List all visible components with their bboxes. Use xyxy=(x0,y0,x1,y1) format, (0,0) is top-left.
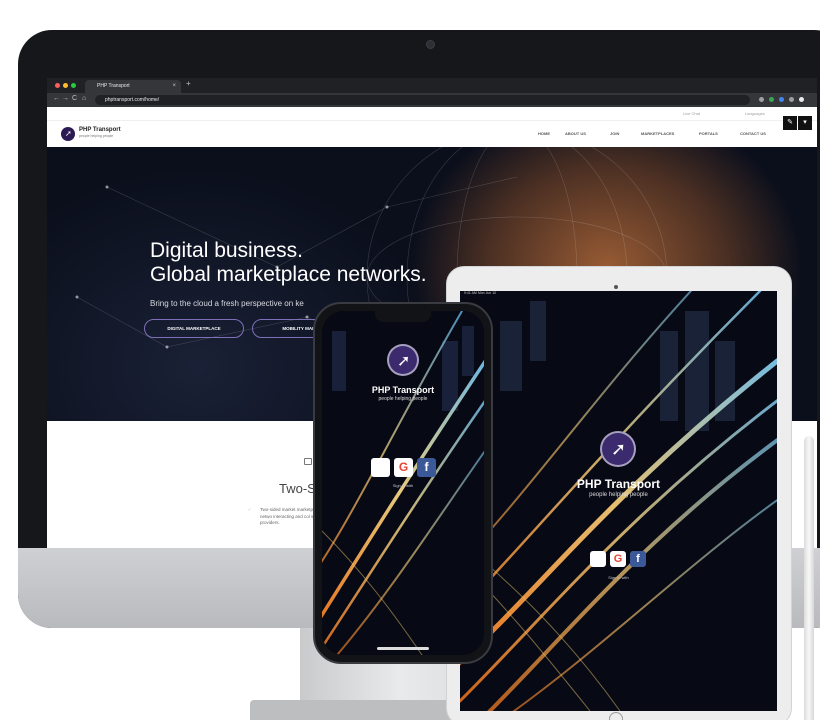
extension-icon[interactable] xyxy=(789,97,794,102)
phone-notch xyxy=(375,311,431,322)
app-logo-icon: ➚ xyxy=(387,344,419,376)
camera-icon xyxy=(614,285,618,289)
tab-close-icon[interactable]: × xyxy=(172,80,176,93)
edit-icon[interactable]: ✎ xyxy=(783,116,797,130)
back-icon[interactable]: ← xyxy=(53,95,60,102)
app-tagline: people helping people xyxy=(378,396,428,402)
chevron-down-icon[interactable]: ▾ xyxy=(798,116,812,130)
menu-item-about[interactable]: ABOUT US xyxy=(565,131,586,136)
app-name: PHP Transport xyxy=(576,477,661,491)
stylus-pencil xyxy=(804,436,814,720)
hero-title-line: Digital business. xyxy=(150,239,303,262)
digital-marketplace-button[interactable]: DIGITAL MARKETPLACE xyxy=(144,319,244,338)
reload-icon[interactable]: C xyxy=(72,95,77,102)
home-indicator[interactable] xyxy=(377,647,429,650)
home-button[interactable] xyxy=(609,712,623,720)
menu-item-home[interactable]: HOME xyxy=(538,131,550,136)
menu-item-marketplaces[interactable]: MARKETPLACES xyxy=(641,131,674,136)
camera-icon xyxy=(426,40,435,49)
browser-tab-bar: PHP Transport × + xyxy=(47,78,817,93)
hero-subtitle: Bring to the cloud a fresh perspective o… xyxy=(150,299,304,308)
site-header: ➚ PHP Transport people helping people HO… xyxy=(47,121,817,147)
forward-icon[interactable]: → xyxy=(62,95,69,102)
logo-name[interactable]: PHP Transport xyxy=(79,127,121,133)
home-icon[interactable]: ⌂ xyxy=(82,95,86,102)
google-login-button[interactable]: G xyxy=(610,551,626,567)
apple-login-button[interactable] xyxy=(590,551,606,567)
browser-tab[interactable]: PHP Transport × xyxy=(85,80,181,93)
new-tab-button[interactable]: + xyxy=(186,79,191,88)
sign-in-link[interactable]: Sign in with xyxy=(322,483,484,488)
profile-icon[interactable] xyxy=(799,97,804,102)
device-mockup-scene: PHP Transport × + ← → C ⌂ phptransport.c… xyxy=(0,0,820,720)
menu-item-contact[interactable]: CONTACT US xyxy=(740,131,766,136)
hero-title-line: Global marketplace networks. xyxy=(150,263,427,286)
site-top-bar: Live Chat Languages xyxy=(47,107,817,121)
marketplace-icon xyxy=(304,458,312,465)
menu-item-join[interactable]: JOIN xyxy=(610,131,619,136)
app-logo-icon: ➚ xyxy=(600,431,636,467)
extension-icon[interactable] xyxy=(779,97,784,102)
light-trails-background xyxy=(460,291,777,711)
logo-icon[interactable]: ➚ xyxy=(61,127,75,141)
google-login-button[interactable]: G xyxy=(394,458,413,477)
apple-login-button[interactable] xyxy=(371,458,390,477)
maximize-window-icon[interactable] xyxy=(71,83,76,88)
extension-icon[interactable] xyxy=(769,97,774,102)
hero-title: Digital business. Global marketplace net… xyxy=(150,239,427,287)
browser-toolbar: ← → C ⌂ phptransport.com/home/ xyxy=(47,93,817,107)
tab-title: PHP Transport xyxy=(97,83,130,89)
facebook-login-button[interactable]: f xyxy=(630,551,646,567)
app-name: PHP Transport xyxy=(371,385,435,395)
app-tagline: people helping people xyxy=(589,492,648,498)
extension-icon[interactable] xyxy=(759,97,764,102)
menu-item-portals[interactable]: PORTALS xyxy=(699,131,718,136)
facebook-login-button[interactable]: f xyxy=(417,458,436,477)
top-link[interactable]: Live Chat xyxy=(683,111,700,116)
sign-in-link[interactable]: Sign in with xyxy=(460,575,777,580)
address-bar[interactable]: phptransport.com/home/ xyxy=(95,95,750,105)
tablet-screen: 9:41 AM Mon Jun 10 ➚ PHP Transport peopl… xyxy=(460,291,777,711)
phone-screen: ➚ PHP Transport people helping people G … xyxy=(322,311,484,655)
tablet-status-bar: 9:41 AM Mon Jun 10 xyxy=(464,291,497,295)
close-window-icon[interactable] xyxy=(55,83,60,88)
top-link[interactable]: Languages xyxy=(745,111,765,116)
logo-tagline: people helping people xyxy=(79,134,114,138)
section-title: Two-S xyxy=(279,481,316,496)
check-icon: ✓ xyxy=(248,507,252,512)
minimize-window-icon[interactable] xyxy=(63,83,68,88)
